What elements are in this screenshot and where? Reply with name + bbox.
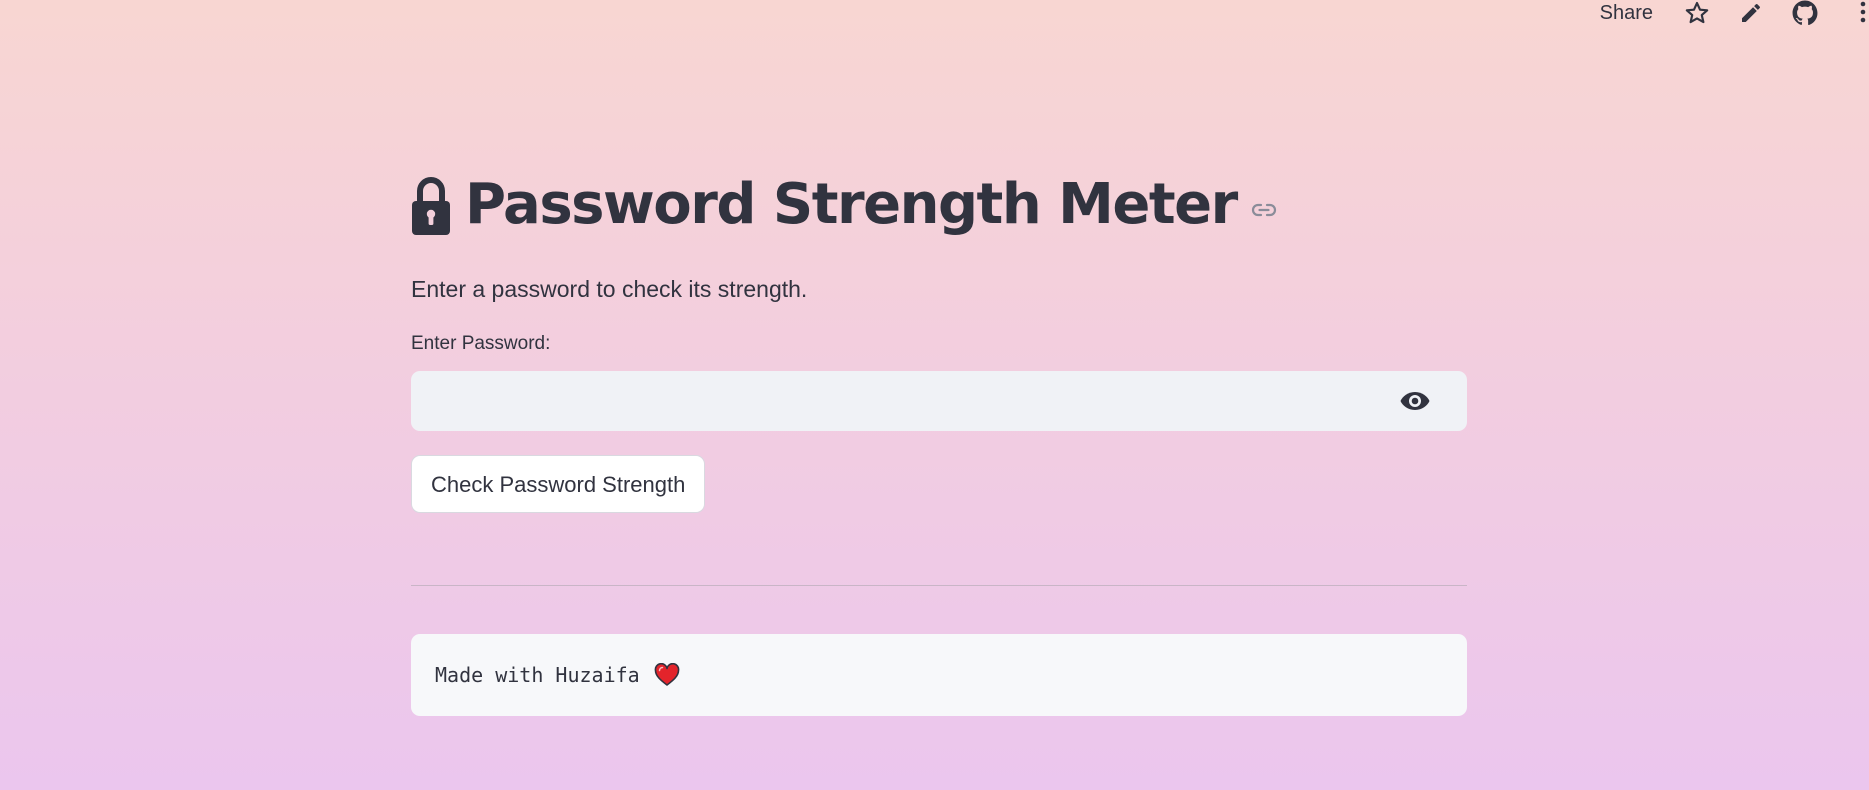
password-label: Enter Password: — [411, 333, 551, 354]
heart-icon — [654, 663, 680, 686]
password-field — [411, 371, 1467, 431]
footer-text: Made with Huzaifa — [435, 663, 640, 687]
eye-icon[interactable] — [1399, 389, 1431, 413]
divider — [411, 585, 1467, 586]
github-icon[interactable] — [1791, 0, 1819, 26]
subtitle-text: Enter a password to check its strength. — [411, 276, 808, 302]
share-button[interactable]: Share — [1600, 0, 1653, 26]
page-title: Password Strength Meter — [465, 172, 1238, 237]
lock-icon — [412, 177, 450, 235]
footer-code-block: Made with Huzaifa — [411, 634, 1467, 716]
password-input[interactable] — [411, 371, 1371, 431]
star-icon[interactable] — [1683, 0, 1711, 26]
title-row: Password Strength Meter — [411, 165, 1467, 245]
pencil-icon[interactable] — [1737, 0, 1765, 26]
link-icon[interactable] — [1251, 202, 1277, 223]
top-toolbar: Share — [1600, 0, 1869, 26]
check-password-strength-button[interactable]: Check Password Strength — [411, 455, 706, 513]
more-vert-icon[interactable] — [1845, 0, 1869, 26]
main-content: Password Strength Meter Enter a password… — [411, 165, 1467, 716]
